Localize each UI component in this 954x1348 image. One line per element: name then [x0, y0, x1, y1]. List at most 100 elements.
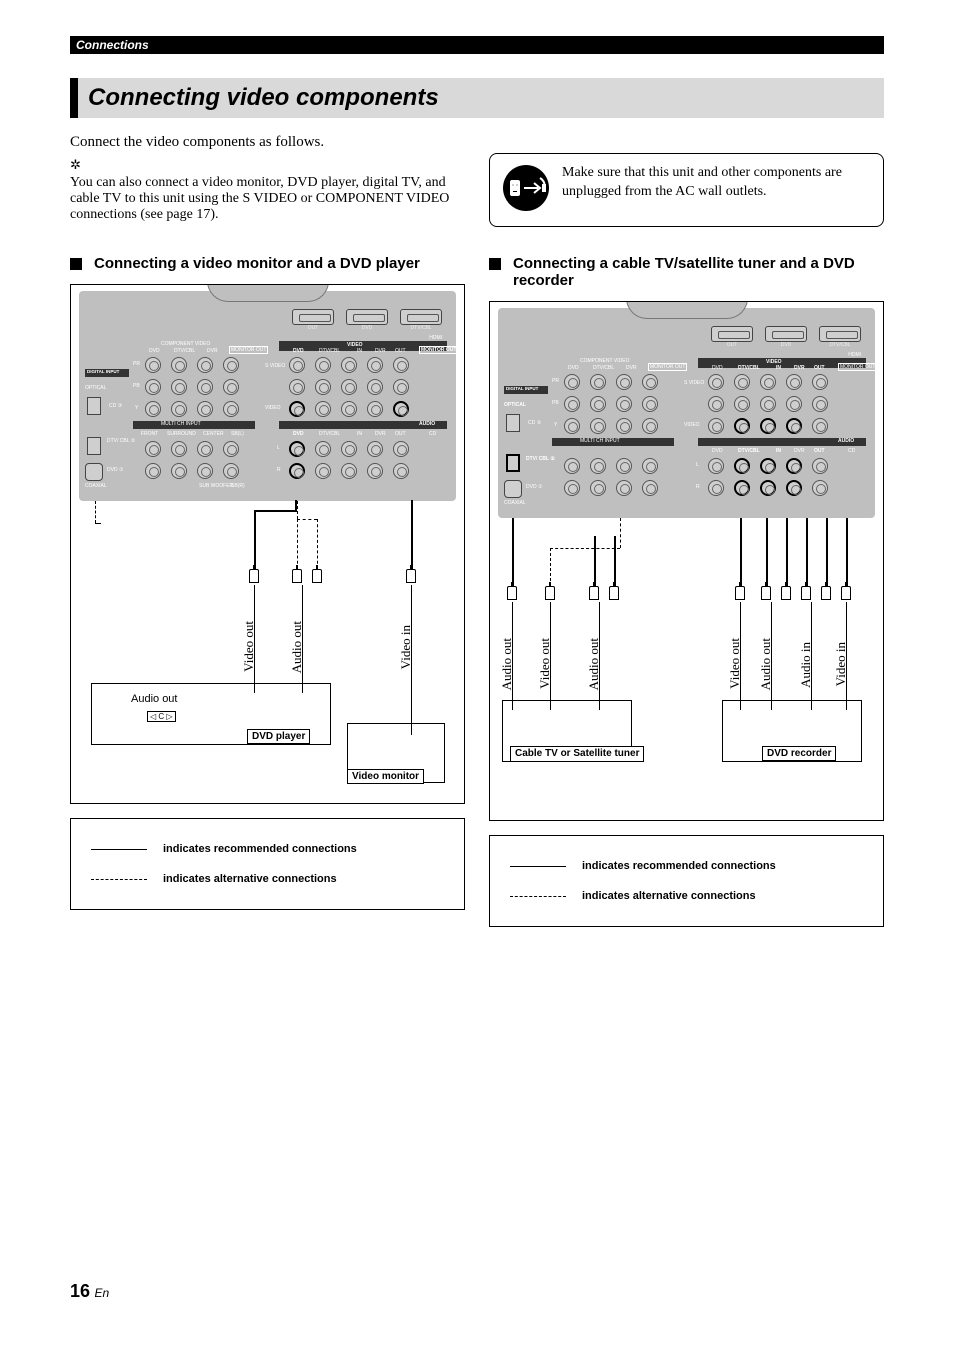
- right-diagram: OUT DVD DTV/CBL HDMI COMPONENT VIDEO DVD…: [489, 301, 884, 821]
- cd3: CD ③: [109, 403, 122, 409]
- r-vlab: VIDEO: [684, 422, 700, 428]
- dtv2: DTV/ CBL ②: [107, 439, 135, 444]
- r-aud: AUDIO: [838, 438, 854, 444]
- r-di: DIGITAL INPUT: [506, 386, 538, 391]
- right-subheading: Connecting a cable TV/satellite tuner an…: [489, 255, 884, 289]
- right-heading-text: Connecting a cable TV/satellite tuner an…: [513, 255, 884, 289]
- pr: PR: [133, 361, 140, 367]
- v-dtv: DTV/CBL: [319, 348, 340, 354]
- cv-dvr: DVR: [207, 348, 218, 354]
- legend-solid-line: [91, 849, 147, 850]
- bullet-square-r: [489, 258, 501, 270]
- r-v-out: OUT: [814, 365, 825, 371]
- r-y: Y: [554, 422, 557, 428]
- cen: CENTER: [203, 431, 224, 437]
- sur: SURROUND: [167, 431, 196, 437]
- rt-vi: Video in: [833, 642, 849, 686]
- r-v-mon: MONITOR OUT: [838, 363, 877, 371]
- r-hdmi-out: OUT: [711, 342, 753, 348]
- coax: COAXIAL: [85, 483, 107, 489]
- opt: OPTICAL: [85, 385, 106, 391]
- sbl: SB(L): [231, 431, 244, 437]
- legend-solid-line-r: [510, 866, 566, 867]
- r-dtv2: DTV/ CBL ②: [526, 456, 555, 462]
- plugL1: L: [295, 584, 298, 590]
- y: Y: [135, 405, 138, 411]
- ra-dtv: DTV/CBL: [738, 448, 760, 454]
- hint-text: You can also connect a video monitor, DV…: [70, 175, 465, 223]
- section-header: Connections: [70, 36, 884, 54]
- hdmi-dtv-label: DTV/CBL: [400, 325, 442, 331]
- r-coax: COAXIAL: [504, 500, 526, 506]
- rp-r3: R: [824, 601, 828, 607]
- r-opt: OPTICAL: [504, 402, 526, 408]
- caution-box: Make sure that this unit and other compo…: [489, 153, 884, 227]
- a-in: IN: [357, 431, 362, 437]
- v-dvrl: DVR: [375, 348, 386, 354]
- page-title: Connecting video components: [70, 78, 884, 118]
- left-heading-text: Connecting a video monitor and a DVD pla…: [94, 255, 420, 272]
- v-dvd: DVD: [293, 348, 304, 354]
- vlabel2: VIDEO: [265, 405, 281, 411]
- svideo: S VIDEO: [265, 363, 285, 369]
- cv-mon: MONITOR OUT: [229, 346, 268, 354]
- ra-dvr: DVR: [794, 448, 805, 454]
- cable-tuner-label: Cable TV or Satellite tuner: [510, 746, 644, 762]
- r-v-dvr: DVR: [794, 365, 805, 371]
- rt-ai: Audio in: [798, 642, 814, 688]
- a-dtv: DTV/CBL: [319, 431, 340, 437]
- dvd1: DVD ①: [107, 467, 123, 473]
- a-dvr: DVR: [375, 431, 386, 437]
- legend-left: indicates recommended connections indica…: [70, 818, 465, 910]
- cv-dvd: DVD: [149, 348, 160, 354]
- video-monitor-label: Video monitor: [347, 769, 424, 784]
- left-subheading: Connecting a video monitor and a DVD pla…: [70, 255, 465, 272]
- rt-ao3: Audio out: [758, 638, 774, 690]
- legend-rec-r: indicates recommended connections: [582, 860, 776, 872]
- mch: MULTI CH INPUT: [161, 421, 201, 427]
- legend-dash-line-r: [510, 896, 566, 897]
- plugR1: R: [315, 584, 319, 590]
- r-cv-dvr: DVR: [626, 365, 637, 371]
- rp-l1: L: [592, 601, 595, 607]
- di: DIGITAL INPUT: [87, 369, 119, 374]
- caution-text: Make sure that this unit and other compo…: [562, 164, 871, 202]
- r-pb: PB: [552, 400, 559, 406]
- legend-alt-r: indicates alternative connections: [582, 890, 756, 902]
- bullet-square: [70, 258, 82, 270]
- rp-r2: R: [784, 601, 788, 607]
- legend-alt: indicates alternative connections: [163, 873, 337, 885]
- rt-vo2: Video out: [727, 638, 743, 689]
- r-cv: COMPONENT VIDEO: [580, 358, 629, 364]
- rear-panel-left: OUT DVD DTV/CBL HDMI COMPONENT VIDEO DVD…: [79, 291, 456, 501]
- r-mch: MULTI CH INPUT: [580, 438, 620, 444]
- cv-dtv: DTV/CBL: [174, 348, 195, 354]
- page-number-value: 16: [70, 1281, 90, 1301]
- r-hdmi-dtv: DTV/CBL: [819, 342, 861, 348]
- v-out: OUT: [395, 348, 406, 354]
- legend-right: indicates recommended connections indica…: [489, 835, 884, 927]
- a-out: OUT: [395, 431, 406, 437]
- a-cd: CD: [429, 431, 436, 437]
- intro-text: Connect the video components as follows.: [70, 134, 884, 151]
- r-sv: S VIDEO: [684, 380, 704, 386]
- lt-audioout: Audio out: [289, 621, 305, 673]
- lt-videoin: Video in: [398, 625, 414, 669]
- front: FRONT: [141, 431, 158, 437]
- sub: SUB WOOFER: [199, 483, 233, 489]
- legend-rec: indicates recommended connections: [163, 843, 357, 855]
- aud: AUDIO: [419, 421, 435, 427]
- r-pr: PR: [552, 378, 559, 384]
- legend-dash-line: [91, 879, 147, 880]
- hdmi-out-label: OUT: [292, 325, 334, 331]
- r-cv-dtv: DTV/CBL: [593, 365, 614, 371]
- ra-in: IN: [776, 448, 781, 454]
- r-dvd1: DVD ①: [526, 484, 542, 490]
- hint-icon: ✲: [70, 157, 465, 173]
- sbr: SB(R): [231, 483, 245, 489]
- r-v-dvd: DVD: [712, 365, 723, 371]
- left-diagram: OUT DVD DTV/CBL HDMI COMPONENT VIDEO DVD…: [70, 284, 465, 804]
- ra-dvd: DVD: [712, 448, 723, 454]
- r-cv-dvd: DVD: [568, 365, 579, 371]
- r-cv-mon: MONITOR OUT: [648, 363, 687, 371]
